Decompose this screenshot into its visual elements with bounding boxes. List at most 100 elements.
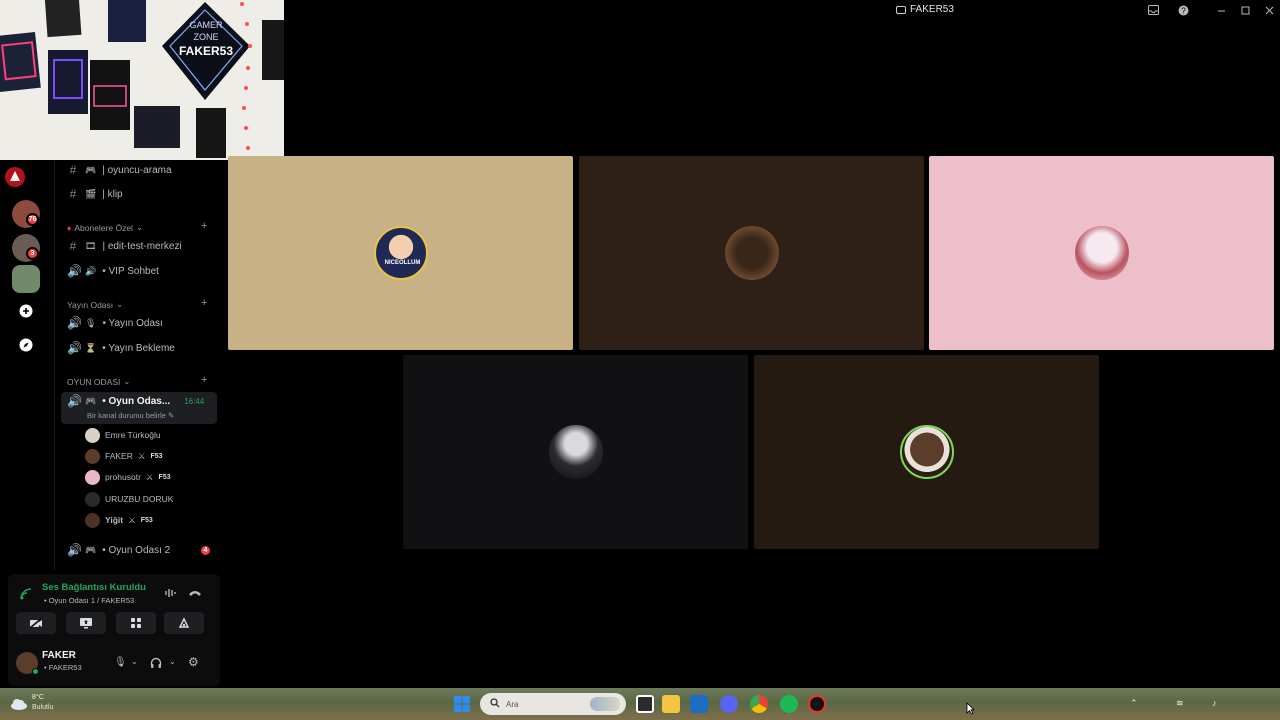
add-channel-icon[interactable]: +	[201, 220, 207, 232]
chevron-down-icon: ⌄	[135, 222, 144, 232]
sword-icon: ⚔	[145, 471, 154, 482]
server-badge-2: 3	[26, 247, 39, 260]
weather-text[interactable]: Bulutlu	[32, 704, 53, 711]
voice-member[interactable]: Yiğit ⚔ F53	[85, 511, 153, 529]
soundboard-button[interactable]	[164, 612, 204, 634]
microphone-icon[interactable]: 🎙	[114, 657, 127, 668]
channel-klip[interactable]: # 🎬 | klip	[67, 184, 123, 204]
category-oyun-odasi[interactable]: OYUN ODASI ⌄	[67, 376, 131, 387]
discord-app: FAKER53 ? GAMER ZONE FAKER53 76 3 # 🎮 | …	[0, 0, 1280, 720]
chevron-down-icon: ⌄	[116, 299, 124, 309]
inbox-icon[interactable]	[1146, 3, 1160, 17]
speaker-icon: 🔊	[67, 543, 82, 557]
headphones-icon[interactable]	[150, 656, 162, 674]
close-button[interactable]	[1262, 3, 1276, 17]
participant-avatar	[548, 425, 603, 479]
taskbar: 8°C Bulutlu Ara ⌃ ≋ ♪	[0, 688, 1280, 720]
svg-text:FAKER53: FAKER53	[179, 44, 233, 58]
discord-icon[interactable]	[720, 695, 738, 713]
start-icon[interactable]	[453, 695, 471, 713]
fire-icon: ♦	[67, 222, 72, 233]
add-server-icon[interactable]	[17, 302, 35, 320]
channel-edit-test-merkezi[interactable]: # 🎞 | edit-test-merkezi	[67, 236, 182, 256]
participant-avatar	[1074, 226, 1129, 280]
server-badge-1: 76	[26, 213, 39, 226]
maximize-button[interactable]	[1238, 3, 1252, 17]
activities-button[interactable]	[116, 612, 156, 634]
sword-icon: ⚔	[128, 514, 136, 525]
tray-network-icon[interactable]: ⌃	[1130, 698, 1138, 709]
channel-emoji-icon: 🎙	[85, 317, 97, 328]
chevron-down-icon[interactable]: ⌄	[169, 657, 176, 666]
channel-oyun-odasi-1[interactable]: 🔊 🎮 • Oyun Odas... 16:44	[67, 391, 204, 411]
participant-avatar	[724, 226, 779, 280]
search-highlight-icon	[590, 697, 620, 711]
chevron-down-icon: ⌄	[123, 376, 131, 386]
task-view-icon[interactable]	[636, 695, 654, 713]
voice-timer: 16:44	[184, 396, 205, 406]
weather-icon[interactable]	[10, 697, 28, 715]
screen-share-button[interactable]	[66, 612, 106, 634]
taskbar-search[interactable]: Ara	[480, 693, 626, 715]
noise-suppression-icon[interactable]	[164, 586, 178, 604]
user-name: FAKER	[42, 650, 76, 661]
title-bar: FAKER53 ?	[284, 0, 1280, 20]
add-channel-icon[interactable]: +	[201, 297, 207, 309]
sword-icon: ⚔	[137, 450, 146, 461]
chrome-icon[interactable]	[750, 695, 768, 713]
category-yayin-odasi[interactable]: Yayın Odası ⌄	[67, 299, 123, 310]
channel-yayin-bekleme[interactable]: 🔊 ⏳ • Yayın Bekleme	[67, 338, 175, 358]
add-channel-icon[interactable]: +	[201, 374, 207, 386]
minimize-button[interactable]	[1214, 3, 1228, 17]
channel-yayin-odasi[interactable]: 🔊 🎙 • Yayın Odası	[67, 313, 163, 333]
participant-avatar	[899, 425, 954, 479]
channel-emoji-icon: 🔊	[85, 265, 97, 276]
participant-tile-1[interactable]: NICEOLLUM	[228, 156, 573, 350]
search-icon	[490, 698, 500, 710]
server-logo[interactable]	[4, 166, 50, 188]
svg-text:GAMER: GAMER	[189, 20, 223, 30]
file-explorer-icon[interactable]	[662, 695, 680, 713]
avatar	[85, 448, 100, 464]
channel-oyuncu-arama[interactable]: # 🎮 | oyuncu-arama	[67, 160, 172, 180]
participant-avatar: NICEOLLUM	[373, 226, 428, 280]
app-icon[interactable]	[808, 695, 826, 713]
voice-member[interactable]: Emre Türkoğlu	[85, 426, 161, 444]
stream-icon	[896, 5, 906, 14]
webcam-scene: GAMER ZONE FAKER53	[0, 0, 284, 160]
server-icon-3[interactable]	[12, 265, 40, 293]
store-icon[interactable]	[690, 695, 708, 713]
voice-panel: Ses Bağlantısı Kuruldu • Oyun Odası 1 / …	[8, 574, 220, 686]
voice-status[interactable]: Ses Bağlantısı Kuruldu	[42, 582, 146, 593]
voice-member[interactable]: URUZBU DORUK	[85, 490, 173, 508]
voice-member[interactable]: prohusotr ⚔ F53	[85, 468, 171, 486]
camera-off-button[interactable]	[16, 612, 56, 634]
speaker-icon: 🔊	[67, 394, 82, 408]
channel-list: # 🎮 | oyuncu-arama # 🎬 | klip ♦ Aboneler…	[54, 160, 222, 570]
category-abonelere-ozel[interactable]: ♦ Abonelere Özel ⌄	[67, 222, 143, 233]
svg-text:ZONE: ZONE	[193, 32, 218, 42]
voice-channel-path[interactable]: • Oyun Odası 1 / FAKER53	[44, 596, 134, 605]
participant-tile-2[interactable]	[579, 156, 924, 350]
participant-tile-4[interactable]	[403, 355, 748, 549]
chevron-down-icon[interactable]: ⌄	[131, 657, 138, 666]
participant-tile-3[interactable]	[929, 156, 1274, 350]
discover-icon[interactable]	[17, 336, 35, 354]
webcam-overlay: GAMER ZONE FAKER53	[0, 0, 284, 160]
disconnect-icon[interactable]	[188, 586, 202, 604]
channel-vip-sohbet[interactable]: 🔊 🔊 • VIP Sohbet	[67, 261, 159, 281]
channel-oyun-odasi-2[interactable]: 🔊 🎮 • Oyun Odası 2	[67, 540, 170, 560]
weather-temp[interactable]: 8°C	[32, 694, 44, 701]
voice-member[interactable]: FAKER ⚔ F53	[85, 447, 163, 465]
signal-icon	[20, 587, 32, 605]
channel-status-hint[interactable]: Bir kanal durumu belirle ✎	[87, 411, 174, 420]
channel-emoji-icon: 🎮	[85, 164, 97, 175]
settings-gear-icon[interactable]: ⚙	[188, 655, 199, 669]
avatar	[85, 469, 100, 485]
spotify-icon[interactable]	[780, 695, 798, 713]
help-icon[interactable]: ?	[1176, 3, 1190, 17]
tray-wifi-icon[interactable]: ≋	[1176, 698, 1184, 709]
channel-emoji-icon: ⏳	[85, 342, 97, 353]
participant-tile-5[interactable]	[754, 355, 1099, 549]
tray-volume-icon[interactable]: ♪	[1212, 698, 1217, 708]
